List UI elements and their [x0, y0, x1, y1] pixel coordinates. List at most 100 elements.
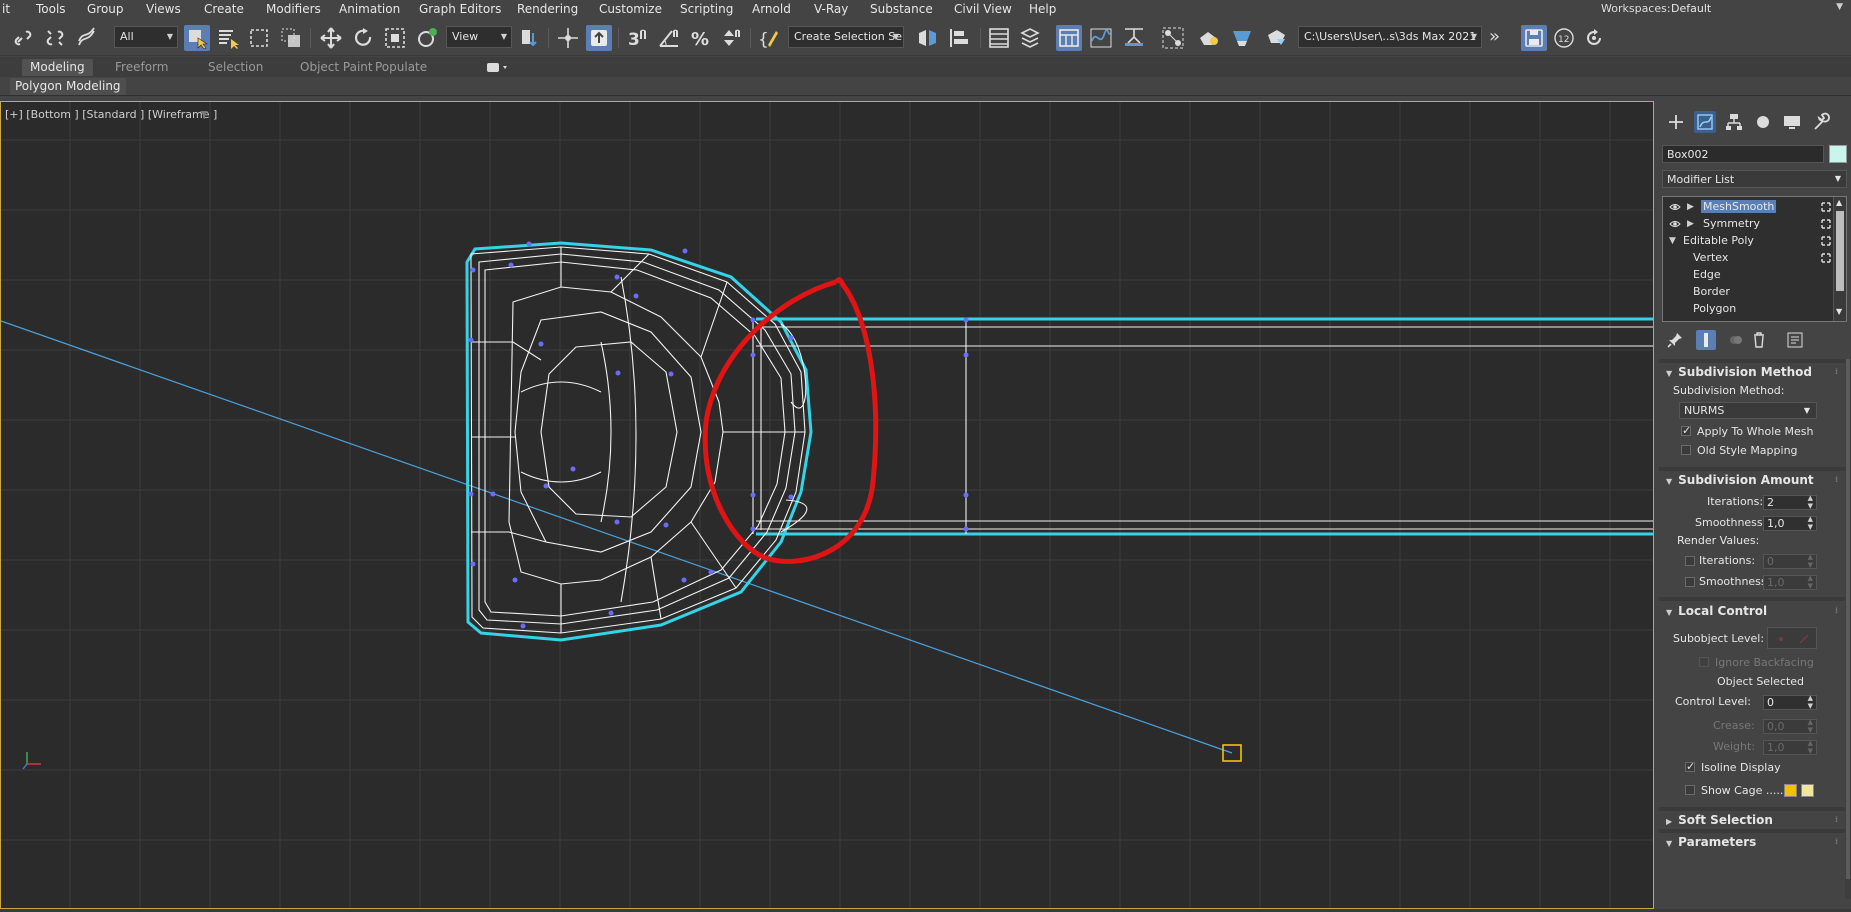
menu-help[interactable]: Help	[1029, 2, 1056, 16]
iterations-spinner[interactable]: 2 ▲ ▼	[1763, 494, 1817, 510]
drag-handle-icon[interactable]: ⁞	[1835, 367, 1841, 376]
mirror-icon[interactable]	[914, 25, 940, 51]
remove-modifier-icon[interactable]	[1749, 330, 1769, 350]
menu-views[interactable]: Views	[146, 2, 181, 16]
spinner-arrows-icon[interactable]: ▲ ▼	[1808, 694, 1813, 710]
render-setup-icon[interactable]	[1195, 25, 1221, 51]
render-iterations-checkbox[interactable]	[1685, 556, 1695, 566]
spinner-arrows-icon[interactable]: ▲ ▼	[1808, 574, 1813, 590]
collapse-triangle-icon[interactable]: ▼	[1669, 236, 1676, 246]
modifier-list-dropdown[interactable]: Modifier List ▼	[1662, 170, 1847, 188]
rollout-soft-selection[interactable]: ▶ Soft Selection ⁞	[1662, 812, 1847, 829]
render-smoothness-spinner[interactable]: 1,0 ▲ ▼	[1763, 574, 1817, 590]
tab-modeling[interactable]: Modeling	[22, 59, 93, 76]
command-panel-scrollbar[interactable]	[1845, 359, 1851, 899]
menu-animation[interactable]: Animation	[339, 2, 400, 16]
subobject-level-buttons[interactable]	[1767, 627, 1817, 649]
polygon-modeling-panel[interactable]: Polygon Modeling	[10, 78, 126, 95]
configure-modifier-sets-icon[interactable]	[1785, 330, 1805, 350]
material-editor-icon[interactable]	[1160, 25, 1186, 51]
stack-item-editable-poly[interactable]: ▼ Editable Poly	[1663, 233, 1833, 250]
menu-civil-view[interactable]: Civil View	[954, 2, 1012, 16]
rotate-icon[interactable]	[350, 25, 376, 51]
window-crossing-icon[interactable]	[278, 25, 304, 51]
viewport-scene[interactable]	[1, 102, 1654, 909]
expand-triangle-icon[interactable]: ▶	[1687, 202, 1694, 212]
select-object-icon[interactable]	[184, 25, 210, 51]
apply-whole-mesh-checkbox[interactable]	[1681, 424, 1691, 437]
render-production-icon[interactable]	[1263, 25, 1289, 51]
selection-filter-dropdown[interactable]: All ▼	[114, 26, 178, 48]
menu-vray[interactable]: V-Ray	[814, 2, 848, 16]
tab-populate[interactable]: Populate	[367, 59, 435, 76]
control-level-spinner[interactable]: 0 ▲ ▼	[1763, 694, 1817, 710]
stack-item-border[interactable]: Border	[1663, 284, 1833, 301]
layer-explorer-icon[interactable]	[1017, 25, 1043, 51]
angle-snap-icon[interactable]	[656, 25, 682, 51]
make-unique-icon[interactable]	[1726, 330, 1746, 350]
menu-tools[interactable]: Tools	[36, 2, 66, 16]
drag-handle-icon[interactable]: ⁞	[1835, 837, 1841, 846]
show-end-result-icon[interactable]	[1821, 202, 1831, 212]
move-icon[interactable]	[318, 25, 344, 51]
display-tab-icon[interactable]	[1781, 111, 1803, 133]
drag-handle-icon[interactable]: ⁞	[1835, 815, 1841, 824]
spinner-arrows-icon[interactable]: ▲ ▼	[1808, 739, 1813, 755]
rollout-local-control[interactable]: ▼ Local Control ⁞	[1662, 603, 1847, 620]
menu-edit[interactable]: it	[2, 2, 10, 16]
scale-icon[interactable]	[382, 25, 408, 51]
link-icon[interactable]	[10, 25, 36, 51]
object-name-field[interactable]: Box002	[1662, 145, 1824, 163]
viewport-bottom[interactable]: [+] [Bottom ] [Standard ] [Wireframe ]	[0, 101, 1654, 909]
scroll-up-icon[interactable]: ▲	[1836, 198, 1842, 207]
spinner-snap-icon[interactable]	[718, 25, 744, 51]
modify-tab-icon[interactable]	[1694, 111, 1716, 133]
pin-stack-icon[interactable]	[1665, 330, 1685, 350]
expand-triangle-icon[interactable]: ▶	[1687, 219, 1694, 229]
percent-snap-icon[interactable]: %	[688, 25, 714, 51]
scroll-thumb[interactable]	[1846, 359, 1850, 879]
rendered-frame-window-icon[interactable]	[1229, 25, 1255, 51]
smoothness-spinner[interactable]: 1,0 ▲ ▼	[1763, 515, 1817, 531]
spinner-arrows-icon[interactable]: ▲ ▼	[1808, 494, 1813, 510]
menu-group[interactable]: Group	[87, 2, 124, 16]
utilities-tab-icon[interactable]	[1810, 111, 1832, 133]
edit-named-selection-icon[interactable]: {	[756, 25, 782, 51]
motion-tab-icon[interactable]	[1752, 111, 1774, 133]
menu-create[interactable]: Create	[204, 2, 244, 16]
show-end-result-toggle-icon[interactable]	[1696, 330, 1716, 350]
select-manipulate-icon[interactable]	[555, 25, 581, 51]
menu-customize[interactable]: Customize	[599, 2, 662, 16]
rollout-subdivision-method[interactable]: ▼ Subdivision Method ⁞	[1662, 364, 1847, 381]
stack-scrollbar[interactable]: ▲ ▼	[1833, 197, 1846, 321]
stack-item-symmetry[interactable]: ▶ Symmetry	[1663, 216, 1833, 233]
drag-handle-icon[interactable]: ⁞	[1835, 606, 1841, 615]
menu-modifiers[interactable]: Modifiers	[266, 2, 321, 16]
unlink-icon[interactable]	[42, 25, 68, 51]
eye-icon[interactable]	[1669, 202, 1681, 212]
render-iterations-spinner[interactable]: 0 ▲ ▼	[1763, 553, 1817, 569]
select-by-name-icon[interactable]	[215, 25, 241, 51]
rectangular-selection-icon[interactable]	[246, 25, 272, 51]
create-tab-icon[interactable]	[1665, 111, 1687, 133]
drag-handle-icon[interactable]: ⁞	[1835, 475, 1841, 484]
stack-item-meshsmooth[interactable]: ▶ MeshSmooth	[1663, 199, 1833, 216]
reference-coordinate-dropdown[interactable]: View ▼	[446, 26, 512, 48]
menu-scripting[interactable]: Scripting	[680, 2, 733, 16]
crease-spinner[interactable]: 0,0 ▲ ▼	[1763, 718, 1817, 734]
show-end-result-icon[interactable]	[1821, 219, 1831, 229]
rollout-parameters[interactable]: ▼ Parameters ⁞	[1662, 834, 1847, 851]
named-selection-set-dropdown[interactable]: Create Selection Se ▼	[788, 26, 904, 48]
workspaces-selector[interactable]: Workspaces: Default ▼	[1601, 2, 1851, 18]
stack-item-polygon[interactable]: Polygon	[1663, 301, 1833, 318]
render-smoothness-checkbox[interactable]	[1685, 577, 1695, 587]
rollout-subdivision-amount[interactable]: ▼ Subdivision Amount ⁞	[1662, 472, 1847, 489]
menu-substance[interactable]: Substance	[870, 2, 933, 16]
object-color-swatch[interactable]	[1829, 145, 1847, 163]
toggle-ribbon-icon[interactable]	[1056, 25, 1082, 51]
tab-freeform[interactable]: Freeform	[107, 59, 176, 76]
stack-item-edge[interactable]: Edge	[1663, 267, 1833, 284]
version-badge-icon[interactable]: 12	[1551, 25, 1577, 51]
weight-spinner[interactable]: 1,0 ▲ ▼	[1763, 739, 1817, 755]
autobackup-icon[interactable]	[1581, 25, 1607, 51]
